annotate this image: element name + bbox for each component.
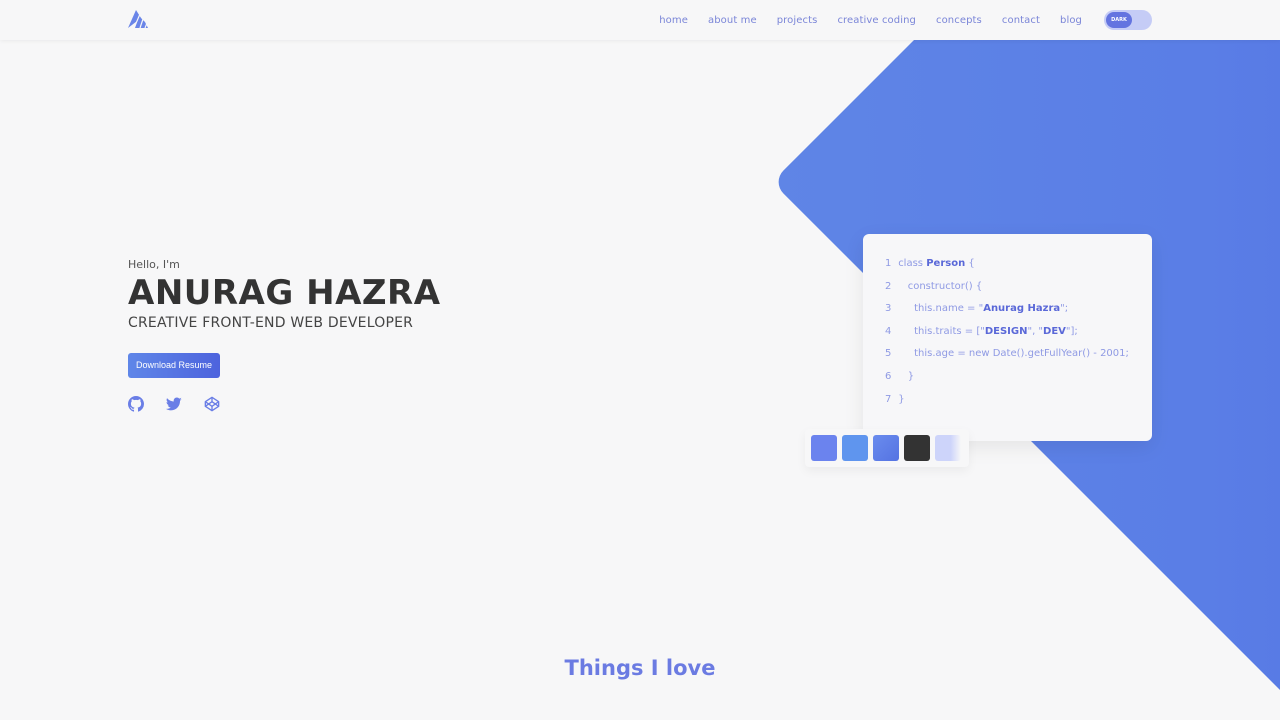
- github-icon[interactable]: [128, 396, 144, 412]
- nav-concepts[interactable]: concepts: [936, 15, 982, 26]
- code-text: {: [965, 258, 975, 269]
- code-text: ";: [1060, 303, 1069, 315]
- nav-projects[interactable]: projects: [777, 15, 818, 26]
- hero-name: ANURAG HAZRA: [128, 273, 441, 313]
- code-text: this.age = new Date().getFullYear() - 20…: [898, 348, 1129, 360]
- code-text: this.name = ": [898, 303, 984, 315]
- codepen-icon[interactable]: [204, 396, 220, 412]
- social-links: [128, 396, 441, 412]
- line-number: 5: [885, 348, 892, 360]
- code-line: 7 }: [885, 394, 1152, 417]
- hero-role: CREATIVE FRONT-END WEB DEVELOPER: [128, 315, 414, 331]
- download-resume-button[interactable]: Download Resume: [128, 353, 221, 378]
- code-text: }: [898, 393, 905, 405]
- nav-blog[interactable]: blog: [1060, 15, 1082, 26]
- line-number: 4: [885, 325, 892, 337]
- code-text: ", ": [1027, 325, 1044, 337]
- code-text: class: [898, 258, 927, 269]
- twitter-icon[interactable]: [165, 396, 182, 412]
- code-string: Anurag Hazra: [983, 303, 1061, 315]
- greeting-text: Hello, I'm: [128, 258, 180, 271]
- code-text: constructor() {: [898, 280, 983, 292]
- code-line: 3 this.name = "Anurag Hazra";: [885, 303, 1152, 326]
- code-line: 6 }: [885, 371, 1152, 394]
- color-swatch: [842, 435, 868, 461]
- toggle-knob-label: DARK: [1106, 12, 1132, 28]
- code-line: 2 constructor() {: [885, 281, 1152, 304]
- color-swatch: [904, 435, 930, 461]
- code-line: 5 this.age = new Date().getFullYear() - …: [885, 348, 1152, 371]
- nav-about-me[interactable]: about me: [708, 15, 757, 26]
- color-swatch: [811, 435, 837, 461]
- code-string: DESIGN: [984, 325, 1028, 337]
- line-number: 1: [885, 258, 892, 269]
- nav-contact[interactable]: contact: [1002, 15, 1040, 26]
- code-text: }: [898, 370, 915, 382]
- code-snippet-card: 1 class Person { 2 constructor() { 3 thi…: [863, 234, 1152, 441]
- dark-mode-toggle[interactable]: DARK: [1104, 10, 1152, 30]
- code-text: "];: [1065, 325, 1078, 337]
- line-number: 6: [885, 370, 892, 382]
- code-line: 1 class Person {: [885, 258, 1152, 281]
- top-navbar: home about me projects creative coding c…: [0, 0, 1280, 40]
- things-i-love-heading: Things I love: [564, 656, 716, 680]
- code-text: this.traits = [": [898, 325, 985, 337]
- code-string: DEV: [1043, 325, 1066, 337]
- logo-icon[interactable]: [128, 8, 152, 30]
- line-number: 7: [885, 393, 892, 405]
- color-swatch: [873, 435, 899, 461]
- line-number: 2: [885, 280, 892, 292]
- line-number: 3: [885, 303, 892, 315]
- color-palette: [805, 429, 969, 467]
- nav-creative-coding[interactable]: creative coding: [837, 15, 916, 26]
- nav-home[interactable]: home: [659, 15, 688, 26]
- color-swatch: [935, 435, 961, 461]
- code-keyword: Person: [926, 258, 966, 269]
- hero-section: Hello, I'm ANURAG HAZRA CREATIVE FRONT-E…: [128, 258, 441, 412]
- main-nav: home about me projects creative coding c…: [639, 0, 1152, 40]
- code-line: 4 this.traits = ["DESIGN", "DEV"];: [885, 326, 1152, 349]
